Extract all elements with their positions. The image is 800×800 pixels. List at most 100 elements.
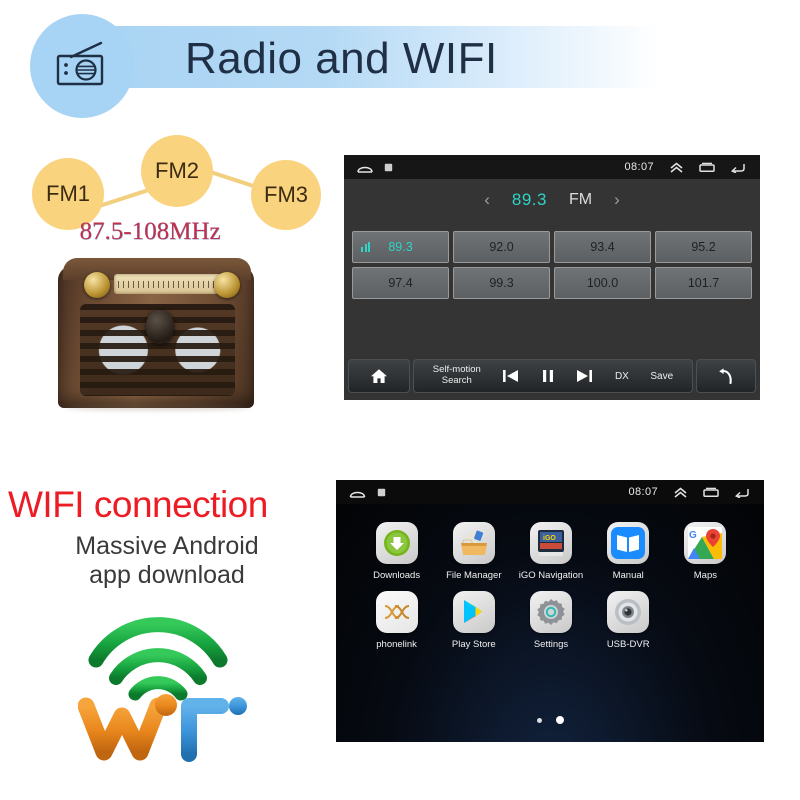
app-tile: [607, 591, 650, 633]
app-item-manual[interactable]: Manual: [590, 522, 667, 581]
radio-knob-left: [84, 272, 110, 298]
return-arrow-icon: [719, 367, 732, 384]
app-item-igo-navigation[interactable]: iGO iGO Navigation: [512, 522, 589, 581]
radio-tuning-dial: [114, 274, 224, 294]
phonelink-icon: [384, 605, 409, 619]
app-label: phonelink: [376, 639, 417, 650]
preset-label: 101.7: [687, 276, 720, 290]
igo-navigation-icon: iGO: [537, 530, 564, 556]
wifi-logo-graphic: [77, 617, 247, 762]
fm-bubble-1-label: FM1: [46, 181, 90, 206]
radio-clock: 08:07: [624, 161, 654, 173]
fm-bubble-2: FM2: [141, 135, 213, 207]
app-item-file-manager[interactable]: File Manager: [435, 522, 512, 581]
radio-head-unit-screen: 08:07 ‹ 89.3 FM › 89.3 92.0 93.4 95.2 97…: [344, 155, 760, 400]
recents-icon[interactable]: [699, 162, 715, 173]
preset-label: 95.2: [691, 240, 716, 254]
home-icon[interactable]: [349, 487, 366, 498]
header-banner: Radio and WIFI: [0, 0, 800, 130]
tuner-band-label: FM: [568, 191, 593, 208]
android-app-screen: 08:07 Downloads File Manager iGO iGO Nav…: [336, 480, 764, 742]
preset-label: 89.3: [388, 240, 413, 254]
preset-label: 100.0: [586, 276, 619, 290]
toolbar-center-group: Self-motion Search DX Save: [413, 359, 693, 393]
app-label: USB-DVR: [606, 639, 650, 650]
toolbar-back-button[interactable]: [696, 359, 756, 393]
app-tile: [607, 522, 650, 564]
app-tile: iGO: [529, 522, 572, 564]
skip-next-icon[interactable]: [576, 369, 593, 383]
page-indicator: [336, 716, 764, 724]
radio-toolbar: Self-motion Search DX Save: [344, 357, 760, 395]
app-label: Maps: [693, 570, 717, 581]
fm-link-1-2: [96, 187, 152, 209]
preset-button[interactable]: 97.4: [352, 267, 449, 299]
app-square-icon[interactable]: [377, 488, 386, 497]
svg-text:iGO: iGO: [543, 535, 556, 542]
preset-button[interactable]: 95.2: [655, 231, 752, 263]
app-item-play-store[interactable]: Play Store: [435, 591, 512, 650]
dx-button[interactable]: DX: [615, 371, 629, 382]
app-item-downloads[interactable]: Downloads: [358, 522, 435, 581]
page-title: Radio and WIFI: [185, 34, 498, 83]
app-tile: [529, 591, 572, 633]
file-manager-icon: [460, 530, 487, 555]
app-item-settings[interactable]: Settings: [512, 591, 589, 650]
maps-icon: G: [688, 527, 723, 559]
pause-icon[interactable]: [541, 369, 555, 383]
page-dot-2-active[interactable]: [555, 716, 564, 724]
recents-icon[interactable]: [703, 487, 719, 498]
app-grid: Downloads File Manager iGO iGO Navigatio…: [358, 522, 744, 650]
app-tile: [375, 522, 418, 564]
back-icon[interactable]: [730, 162, 746, 173]
fm-bubble-3-label: FM3: [264, 182, 308, 207]
preset-button[interactable]: 89.3: [352, 231, 449, 263]
preset-button[interactable]: 100.0: [554, 267, 651, 299]
radio-tuner-bar: ‹ 89.3 FM ›: [344, 179, 760, 221]
app-item-phonelink[interactable]: phonelink: [358, 591, 435, 650]
home-icon: [371, 369, 387, 383]
radio-badge: [30, 14, 134, 118]
app-tile: G: [684, 522, 727, 564]
tuner-frequency-value: 89.3: [511, 190, 547, 209]
preset-button[interactable]: 101.7: [655, 267, 752, 299]
home-icon[interactable]: [357, 162, 373, 173]
preset-label: 93.4: [590, 240, 615, 254]
back-icon[interactable]: [734, 487, 750, 498]
preset-button[interactable]: 99.3: [453, 267, 550, 299]
radio-status-bar: 08:07: [344, 155, 760, 179]
chevron-up-icon[interactable]: [673, 486, 688, 498]
app-clock: 08:07: [628, 486, 658, 498]
wifi-headline-block: WIFI connection Massive Android app down…: [8, 486, 326, 589]
app-label: Settings: [533, 639, 569, 650]
app-label: Downloads: [373, 570, 421, 581]
book-icon: [611, 527, 646, 559]
preset-label: 97.4: [388, 276, 413, 290]
skip-previous-icon[interactable]: [502, 369, 519, 383]
wifi-title: WIFI connection: [8, 484, 268, 525]
wifi-3d-logo: [77, 602, 258, 762]
app-square-icon[interactable]: [384, 163, 393, 172]
app-item-usb-dvr[interactable]: USB-DVR: [590, 591, 667, 650]
app-item-maps[interactable]: G Maps: [667, 522, 744, 581]
tuner-next-button[interactable]: ›: [614, 190, 620, 210]
toolbar-home-button[interactable]: [348, 359, 410, 393]
wifi-subtitle-line-1: Massive Android: [75, 532, 259, 560]
gear-icon: [537, 599, 565, 625]
save-button[interactable]: Save: [650, 371, 673, 382]
preset-button[interactable]: 92.0: [453, 231, 550, 263]
self-motion-search-button[interactable]: Self-motion Search: [433, 365, 481, 386]
page-dot-1[interactable]: [536, 717, 542, 723]
app-label: Play Store: [451, 639, 496, 650]
usb-dvr-icon: [615, 599, 642, 625]
app-label: Manual: [612, 570, 644, 581]
radio-shadow: [64, 404, 250, 411]
radio-knob-right: [214, 272, 240, 298]
wifi-subtitle-line-2: app download: [89, 560, 245, 589]
radio-center-knob: [146, 310, 174, 344]
tuner-prev-button[interactable]: ‹: [484, 190, 490, 210]
signal-bars-icon: [361, 242, 370, 252]
preset-button[interactable]: 93.4: [554, 231, 651, 263]
chevron-up-icon[interactable]: [669, 161, 684, 173]
preset-grid: 89.3 92.0 93.4 95.2 97.4 99.3 100.0 101.…: [352, 231, 752, 299]
